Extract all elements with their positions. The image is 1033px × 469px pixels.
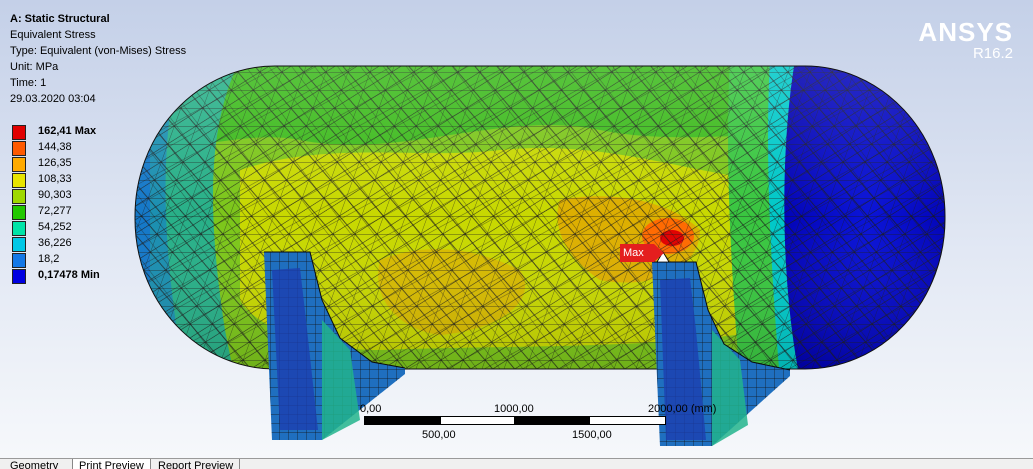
legend-label: 36,226 — [38, 237, 72, 249]
scale-label: 1500,00 — [572, 429, 612, 441]
legend-swatch — [12, 237, 26, 252]
legend-swatch — [12, 253, 26, 268]
legend-label: 108,33 — [38, 173, 72, 185]
scale-label: 0,00 — [360, 403, 382, 415]
legend-label: 162,41 Max — [38, 125, 97, 137]
scale-bar: 0,00 1000,00 2000,00 (mm) 500,00 1500,00 — [360, 403, 716, 441]
max-probe-label[interactable]: Max — [620, 244, 664, 262]
legend-swatch — [12, 141, 26, 156]
legend-swatch — [12, 221, 26, 236]
legend-label: 18,2 — [38, 253, 60, 265]
scale-segment — [440, 416, 515, 425]
legend-label: 0,17478 Min — [38, 269, 100, 281]
result-info: A: Static Structural Equivalent Stress T… — [10, 11, 186, 107]
legend-swatch — [12, 157, 26, 172]
result-date: 29.03.2020 03:04 — [10, 93, 96, 105]
result-type: Type: Equivalent (von-Mises) Stress — [10, 45, 187, 57]
legend-label: 72,277 — [38, 205, 72, 217]
brand-version: R16.2 — [972, 45, 1013, 62]
scale-label: 1000,00 — [494, 403, 534, 415]
result-unit: Unit: MPa — [10, 61, 59, 73]
ansys-logo: ANSYS R16.2 — [918, 18, 1013, 62]
scale-segment — [364, 416, 440, 425]
view-tabs: Geometry Print Preview Report Preview — [0, 458, 1033, 469]
scale-label: 500,00 — [422, 429, 456, 441]
scale-segment — [515, 416, 590, 425]
result-time: Time: 1 — [10, 77, 47, 89]
result-name: Equivalent Stress — [10, 29, 96, 41]
legend-label: 54,252 — [38, 221, 72, 233]
legend-label: 126,35 — [38, 157, 72, 169]
legend-label: 90,303 — [38, 189, 72, 201]
scale-label: 2000,00 (mm) — [648, 403, 717, 415]
analysis-title: A: Static Structural — [10, 13, 110, 25]
legend-swatch — [12, 173, 26, 188]
brand-name: ANSYS — [918, 17, 1013, 47]
graphics-viewport[interactable]: A: Static Structural Equivalent Stress T… — [0, 0, 1033, 458]
legend-label: 144,38 — [38, 141, 72, 153]
legend-swatch — [12, 269, 26, 284]
legend-swatch — [12, 189, 26, 204]
legend-swatch — [12, 205, 26, 220]
legend-swatch — [12, 125, 26, 140]
